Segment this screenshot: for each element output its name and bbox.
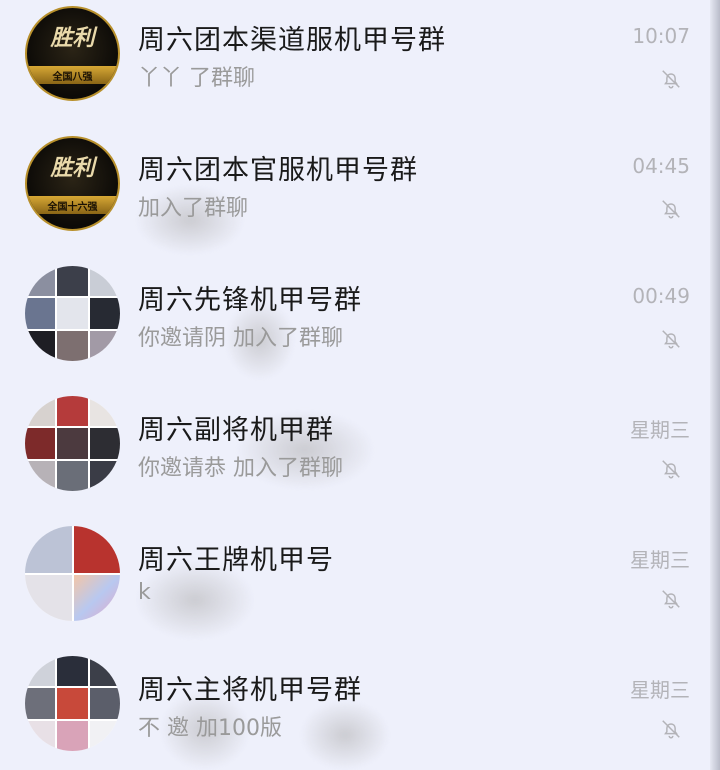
chat-title: 周六团本渠道服机甲号群 <box>138 25 446 56</box>
avatar-tile <box>25 298 56 329</box>
chat-preview: 你邀请阴 加入了群聊 <box>138 326 343 351</box>
chat-preview: k <box>138 580 151 605</box>
chat-time: 星期三 <box>630 678 690 702</box>
avatar-tile <box>25 428 56 459</box>
chat-time: 星期三 <box>630 418 690 442</box>
chat-item[interactable]: 周六王牌机甲号 k 星期三 <box>0 520 710 650</box>
avatar-tile <box>57 656 88 687</box>
chat-time: 04:45 <box>632 154 690 178</box>
group-avatar[interactable]: 胜利 全国八强 <box>25 6 120 101</box>
avatar-tile <box>89 396 120 427</box>
bell-off-icon <box>662 720 680 739</box>
chat-title: 周六王牌机甲号 <box>138 545 334 576</box>
redaction-smudge <box>300 700 390 770</box>
avatar-tile <box>25 656 56 687</box>
group-avatar[interactable] <box>25 526 120 621</box>
avatar-tile <box>57 298 88 329</box>
chat-time: 10:07 <box>632 24 690 48</box>
avatar-tile <box>57 330 88 361</box>
avatar-tile <box>25 526 72 573</box>
avatar-logo-text: 胜利 <box>50 155 95 181</box>
scrollbar[interactable] <box>710 0 720 770</box>
avatar-tile <box>25 574 72 621</box>
avatar-logo-text: 胜利 <box>50 25 95 51</box>
chat-item[interactable]: 周六副将机甲群 你邀请恭 加入了群聊 星期三 <box>0 390 710 520</box>
avatar-tile <box>89 656 120 687</box>
avatar-tile <box>57 460 88 491</box>
bell-off-icon <box>662 460 680 479</box>
chat-item[interactable]: 胜利 全国八强 周六团本渠道服机甲号群 丫丫 了群聊 10:07 <box>0 0 710 130</box>
chat-item[interactable]: 周六主将机甲号群 不 邀 加100版 星期三 <box>0 650 710 770</box>
avatar-tile <box>73 574 120 621</box>
avatar-tile <box>57 396 88 427</box>
chat-preview: 不 邀 加100版 <box>138 716 282 741</box>
avatar-tile <box>25 720 56 751</box>
chat-item[interactable]: 周六先锋机甲号群 你邀请阴 加入了群聊 00:49 <box>0 260 710 390</box>
avatar-tile <box>89 298 120 329</box>
bell-off-icon <box>662 70 680 89</box>
avatar-tile <box>89 428 120 459</box>
avatar-tile <box>25 266 56 297</box>
avatar-tile <box>89 688 120 719</box>
avatar-tile <box>89 330 120 361</box>
chat-title: 周六主将机甲号群 <box>138 675 362 706</box>
avatar-tile <box>25 396 56 427</box>
avatar-tile <box>25 460 56 491</box>
chat-time: 00:49 <box>632 284 690 308</box>
bell-off-icon <box>662 200 680 219</box>
avatar-tile <box>57 720 88 751</box>
group-avatar[interactable] <box>25 266 120 361</box>
group-avatar[interactable] <box>25 396 120 491</box>
avatar-tile <box>89 720 120 751</box>
avatar-caption: 全国十六强 <box>47 202 98 213</box>
chat-item[interactable]: 胜利 全国十六强 周六团本官服机甲号群 加入了群聊 04:45 <box>0 130 710 260</box>
avatar-tile <box>89 460 120 491</box>
avatar-tile <box>57 688 88 719</box>
chat-title: 周六先锋机甲号群 <box>138 285 362 316</box>
chat-list: 胜利 全国八强 周六团本渠道服机甲号群 丫丫 了群聊 10:07 胜利 全国十六… <box>0 0 720 770</box>
avatar-tile <box>57 428 88 459</box>
chat-preview: 丫丫 了群聊 <box>138 66 255 91</box>
avatar-tile <box>73 526 120 573</box>
group-avatar[interactable]: 胜利 全国十六强 <box>25 136 120 231</box>
avatar-tile <box>25 688 56 719</box>
chat-title: 周六副将机甲群 <box>138 415 334 446</box>
chat-title: 周六团本官服机甲号群 <box>138 155 418 186</box>
avatar-tile <box>25 330 56 361</box>
chat-preview: 加入了群聊 <box>138 196 249 221</box>
bell-off-icon <box>662 590 680 609</box>
chat-preview: 你邀请恭 加入了群聊 <box>138 456 343 481</box>
avatar-tile <box>57 266 88 297</box>
avatar-tile <box>89 266 120 297</box>
group-avatar[interactable] <box>25 656 120 751</box>
bell-off-icon <box>662 330 680 349</box>
avatar-caption: 全国八强 <box>52 72 93 83</box>
chat-time: 星期三 <box>630 548 690 572</box>
